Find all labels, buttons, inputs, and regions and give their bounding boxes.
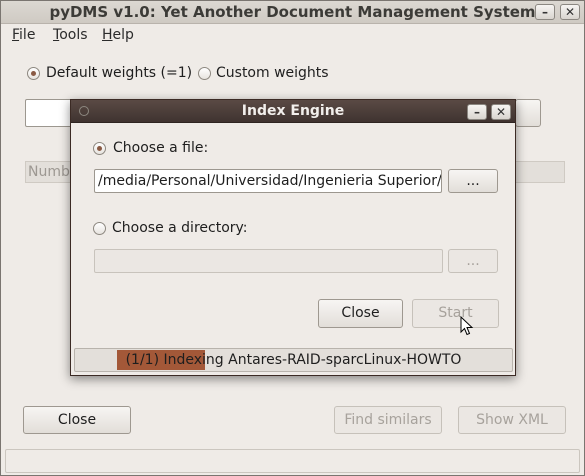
default-weights-radio[interactable] — [27, 67, 40, 80]
close-icon[interactable]: ✕ — [560, 4, 580, 20]
main-window-title: pyDMS v1.0: Yet Another Document Managem… — [49, 3, 536, 21]
file-path-input[interactable]: /media/Personal/Universidad/Ingenieria S… — [94, 169, 442, 193]
custom-weights-label[interactable]: Custom weights — [216, 65, 329, 81]
browse-file-button[interactable]: ... — [448, 169, 498, 193]
menu-file[interactable]: File — [12, 27, 35, 43]
find-similars-button[interactable]: Find similars — [334, 406, 442, 434]
mouse-cursor-icon — [460, 316, 474, 336]
dialog-minimize-icon[interactable]: – — [467, 104, 487, 120]
default-weights-label[interactable]: Default weights (=1) — [46, 65, 192, 81]
minimize-icon[interactable]: – — [535, 4, 555, 20]
choose-directory-radio[interactable] — [93, 222, 106, 235]
dialog-titlebar[interactable]: Index Engine – ✕ — [71, 100, 515, 123]
start-button[interactable]: Start — [412, 299, 499, 328]
dialog-close-button[interactable]: Close — [318, 299, 403, 328]
menu-tools[interactable]: Tools — [53, 27, 88, 43]
status-bar — [5, 449, 580, 473]
index-engine-dialog: Index Engine – ✕ Choose a file: /media/P… — [70, 99, 516, 376]
browse-directory-button[interactable]: ... — [448, 249, 498, 273]
indexing-progress-bar: (1/1) Indexing Antares-RAID-sparcLinux-H… — [74, 348, 513, 372]
close-button[interactable]: Close — [23, 406, 131, 434]
choose-file-label[interactable]: Choose a file: — [113, 140, 208, 156]
custom-weights-radio[interactable] — [198, 67, 211, 80]
menubar: File Tools Help — [1, 25, 584, 47]
directory-path-input[interactable] — [94, 249, 443, 273]
progress-text: (1/1) Indexing Antares-RAID-sparcLinux-H… — [125, 352, 462, 368]
dialog-close-icon[interactable]: ✕ — [491, 104, 511, 120]
main-titlebar[interactable]: pyDMS v1.0: Yet Another Document Managem… — [1, 1, 584, 24]
choose-directory-label[interactable]: Choose a directory: — [112, 220, 248, 236]
search-input[interactable] — [25, 99, 75, 127]
dialog-title: Index Engine — [241, 103, 345, 119]
results-column-header-right[interactable] — [515, 161, 565, 183]
menu-help[interactable]: Help — [102, 27, 134, 43]
show-xml-button[interactable]: Show XML — [458, 406, 566, 434]
search-button[interactable] — [515, 99, 541, 127]
results-column-header[interactable]: Numbe — [25, 161, 73, 183]
choose-file-radio[interactable] — [93, 142, 106, 155]
